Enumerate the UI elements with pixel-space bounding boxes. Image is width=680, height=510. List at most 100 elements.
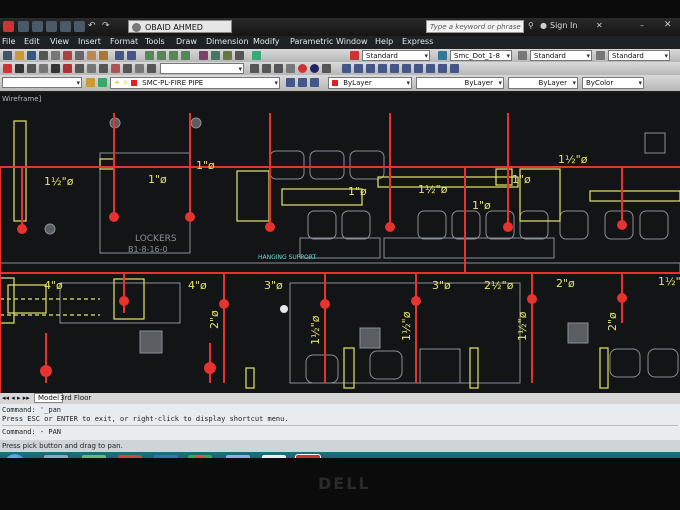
dim-angular-icon[interactable] [366,64,375,73]
first-layout-arrow-icon[interactable]: ◂◂ ◂ ▸ ▸▸ [2,394,30,402]
menu-help[interactable]: Help [375,37,393,46]
zoom-icon[interactable] [157,51,166,60]
layer-properties-icon[interactable] [86,78,95,87]
tab-3rd-floor[interactable]: 3rd Floor [60,394,91,402]
paste-icon[interactable] [87,51,96,60]
move-icon[interactable] [63,64,72,73]
tolerance-icon[interactable] [438,64,447,73]
search-icon[interactable]: ⚲ [528,21,534,30]
visual-style-icon[interactable] [274,64,283,73]
close-button[interactable]: ✕ [664,20,672,30]
sign-in-button[interactable]: Sign In [550,21,577,30]
save-icon[interactable] [27,51,36,60]
command-window[interactable]: Command: '_pan Press ESC or ENTER to exi… [0,404,680,440]
app-menu-icon[interactable] [3,21,14,32]
design-center-icon[interactable] [211,51,220,60]
cut-icon[interactable] [63,51,72,60]
open-icon[interactable] [15,51,24,60]
dim-style-select[interactable]: Smc_Dot_1-8 [450,50,512,61]
plot-style-select[interactable]: ByColor [582,77,644,89]
named-view-select[interactable] [2,77,82,88]
render-icon[interactable] [286,64,295,73]
stretch-icon[interactable] [99,64,108,73]
media-player-icon[interactable] [154,455,178,458]
sphere-icon[interactable] [310,64,319,73]
linetype-select[interactable]: ByLayer [416,77,504,89]
menu-tools[interactable]: Tools [145,37,165,46]
new-icon[interactable] [18,21,29,32]
layer-isolate-icon[interactable] [310,78,319,87]
menu-file[interactable]: File [2,37,15,46]
redo-icon[interactable]: ↷ [102,21,113,32]
scale-icon[interactable] [87,64,96,73]
array-icon[interactable] [51,64,60,73]
paint-icon[interactable] [226,455,250,458]
save-as-icon[interactable] [60,21,71,32]
text-style-select[interactable]: Standard [362,50,430,61]
trim-icon[interactable] [111,64,120,73]
menu-dimension[interactable]: Dimension [206,37,249,46]
layer-previous-icon[interactable] [298,78,307,87]
join-icon[interactable] [147,64,156,73]
redo-icon[interactable] [127,51,136,60]
copy-object-icon[interactable] [15,64,24,73]
file-manager-icon[interactable] [82,455,106,458]
make-current-icon[interactable] [286,78,295,87]
command-prompt[interactable]: Command: - PAN [2,425,678,436]
copy-icon[interactable] [75,51,84,60]
dim-continue-icon[interactable] [414,64,423,73]
documents-icon[interactable] [262,455,286,458]
rotate-icon[interactable] [75,64,84,73]
calculator-icon[interactable] [235,51,244,60]
menu-window[interactable]: Window [336,37,368,46]
multileader-style-select[interactable]: Standard [608,50,670,61]
material-icon[interactable] [298,64,307,73]
undo-icon[interactable] [115,51,124,60]
zoom-previous-icon[interactable] [181,51,190,60]
search-input[interactable]: Type a keyword or phrase [426,20,524,33]
mirror-icon[interactable] [27,64,36,73]
layer-state-icon[interactable] [98,78,107,87]
tab-model[interactable]: Model [34,393,64,403]
dim-diameter-icon[interactable] [390,64,399,73]
open-icon[interactable] [32,21,43,32]
start-button[interactable] [4,454,26,458]
dim-linear-icon[interactable] [342,64,351,73]
extend-icon[interactable] [123,64,132,73]
plot-icon[interactable] [74,21,85,32]
break-icon[interactable] [135,64,144,73]
viewport-label[interactable]: Wireframe] [2,95,41,103]
zoom-window-icon[interactable] [169,51,178,60]
menu-parametric[interactable]: Parametric [290,37,333,46]
lights-icon[interactable] [322,64,331,73]
explorer-icon[interactable] [44,455,68,458]
preview-icon[interactable] [51,51,60,60]
erase-icon[interactable] [3,64,12,73]
exchange-icon[interactable]: ✕ [596,21,603,30]
menu-modify[interactable]: Modify [253,37,280,46]
menu-insert[interactable]: Insert [78,37,101,46]
dim-radius-icon[interactable] [378,64,387,73]
lineweight-select[interactable]: ByLayer [508,77,578,89]
exchange-icon[interactable] [118,455,142,458]
new-icon[interactable] [3,51,12,60]
table-style-select[interactable]: Standard [530,50,592,61]
center-mark-icon[interactable] [450,64,459,73]
dim-aligned-icon[interactable] [354,64,363,73]
chrome-icon[interactable] [188,455,212,458]
pan-icon[interactable] [145,51,154,60]
save-icon[interactable] [46,21,57,32]
menu-express[interactable]: Express [402,37,433,46]
autocad-icon[interactable] [295,454,321,458]
color-select[interactable]: ByLayer [328,77,412,89]
drawing-canvas[interactable]: Wireframe] LOCKERS B1-8-16-0 HANGING SUP… [0,93,680,393]
layer-select[interactable]: ☀ ☼ SMC-PL-FIRE PIPE [110,77,280,89]
layer-icon[interactable] [250,64,259,73]
workspace-select[interactable] [160,63,244,74]
tool-palettes-icon[interactable] [223,51,232,60]
viewcube-icon[interactable] [262,64,271,73]
user-workspace-box[interactable]: OBAID AHMED [128,20,232,33]
dim-baseline-icon[interactable] [402,64,411,73]
properties-icon[interactable] [199,51,208,60]
menu-edit[interactable]: Edit [24,37,40,46]
